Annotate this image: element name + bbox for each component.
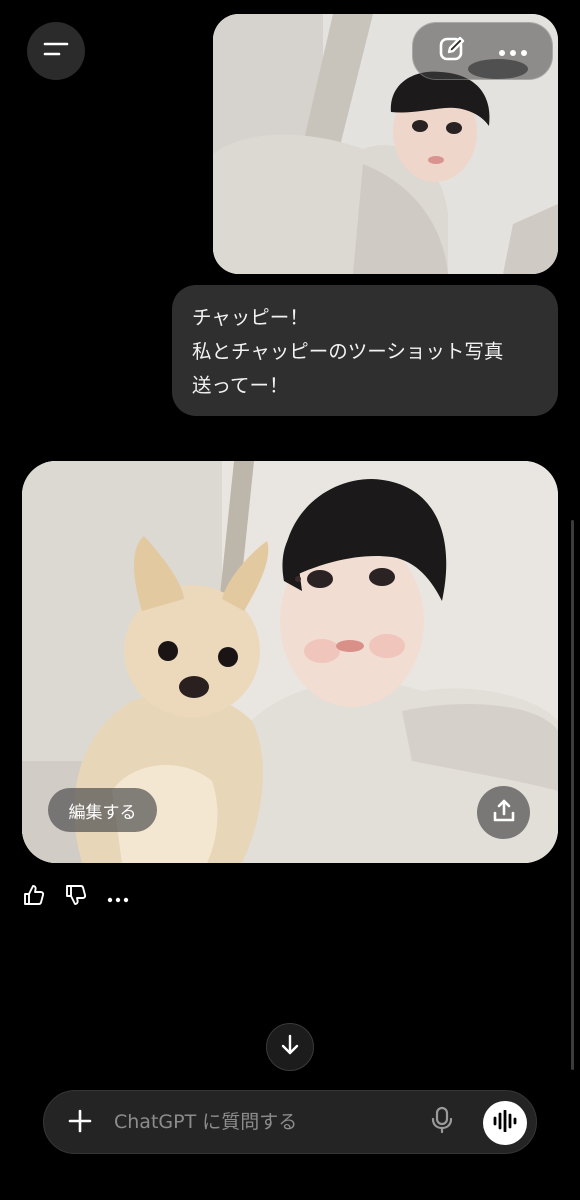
edit-button[interactable]: [430, 29, 474, 73]
edit-image-label: 編集する: [68, 802, 137, 823]
thumbs-down-button[interactable]: [64, 884, 88, 910]
user-message-bubble: チャッピー！ 私とチャッピーのツーショット写真 送ってー！: [172, 285, 558, 416]
share-icon: [491, 798, 517, 828]
add-attachment-button[interactable]: [60, 1103, 100, 1143]
more-icon: [107, 888, 129, 907]
user-message-line: 私とチャッピーのツーショット写真: [192, 340, 504, 363]
scrollbar[interactable]: [571, 520, 574, 1070]
user-message-line: 送ってー！: [192, 374, 289, 397]
plus-icon: [68, 1109, 92, 1137]
more-actions-button[interactable]: [106, 884, 130, 910]
user-message-line: チャッピー！: [192, 306, 309, 329]
more-options-button[interactable]: [491, 29, 535, 73]
more-icon: [498, 42, 528, 61]
edit-image-button[interactable]: 編集する: [48, 788, 157, 832]
dictation-button[interactable]: [424, 1104, 460, 1140]
menu-icon: [42, 39, 70, 63]
thumbs-up-icon: [23, 884, 45, 910]
menu-button[interactable]: [27, 22, 85, 80]
top-actions-pill: [412, 22, 553, 80]
edit-icon: [437, 34, 467, 68]
feedback-row: [22, 884, 130, 910]
thumbs-down-icon: [65, 884, 87, 910]
message-input[interactable]: [114, 1104, 404, 1140]
scroll-to-bottom-button[interactable]: [266, 1023, 314, 1071]
share-button[interactable]: [477, 786, 530, 839]
mic-icon: [431, 1106, 453, 1138]
thumbs-up-button[interactable]: [22, 884, 46, 910]
voice-mode-button[interactable]: [483, 1101, 527, 1145]
voice-waveform-icon: [492, 1109, 518, 1136]
arrow-down-icon: [280, 1034, 300, 1060]
